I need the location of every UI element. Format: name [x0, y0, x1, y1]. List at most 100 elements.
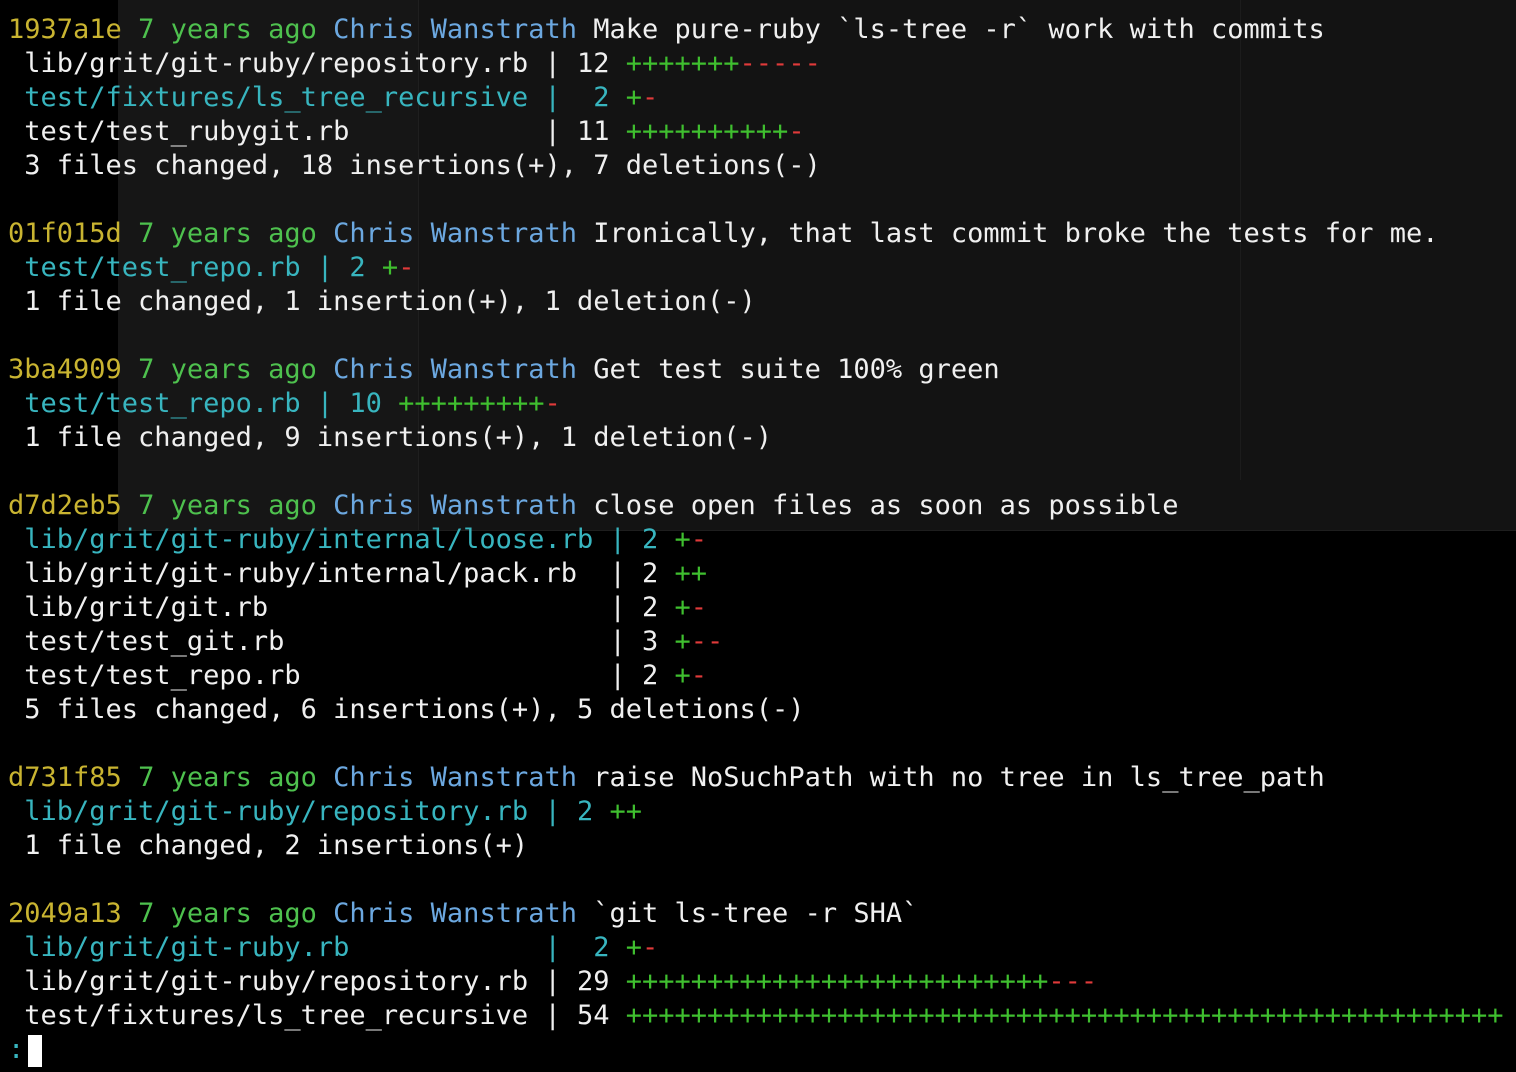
insertions-bar: +	[674, 660, 691, 691]
insertions-bar: +	[381, 252, 399, 283]
deletions-bar: ---	[1048, 966, 1098, 997]
commit-date: 7 years ago	[138, 14, 317, 45]
deletions-bar: -	[642, 932, 659, 963]
commit-header-line: d7d2eb5 7 years ago Chris Wanstrath clos…	[8, 489, 1504, 523]
commit-hash: 1937a1e	[8, 14, 122, 45]
diffstat-separator: |	[593, 626, 642, 657]
deletions-bar: -	[544, 388, 561, 419]
diffstat-file-line: lib/grit/git-ruby.rb | 2 +-	[8, 931, 1504, 965]
diffstat-separator: |	[528, 116, 577, 147]
change-count: 2	[642, 592, 659, 623]
insertions-bar: ++	[609, 796, 643, 827]
diffstat-separator: |	[528, 48, 577, 79]
diffstat-summary: 1 file changed, 1 insertion(+), 1 deleti…	[24, 286, 756, 317]
commit-author: Chris Wanstrath	[333, 218, 577, 249]
change-count: 11	[576, 116, 610, 147]
diffstat-file-line: test/test_repo.rb | 10 +++++++++-	[8, 387, 1504, 421]
diffstat-summary-line: 1 file changed, 9 insertions(+), 1 delet…	[8, 421, 1504, 455]
commit-header-line: 01f015d 7 years ago Chris Wanstrath Iron…	[8, 217, 1504, 251]
commit-author: Chris Wanstrath	[333, 354, 577, 385]
commit-date: 7 years ago	[138, 490, 317, 521]
diffstat-separator: |	[300, 252, 350, 283]
change-count: 2	[642, 660, 659, 691]
change-count: 29	[576, 966, 610, 997]
diffstat-separator: |	[593, 592, 642, 623]
insertions-bar: +	[625, 932, 643, 963]
commit-header-line: 1937a1e 7 years ago Chris Wanstrath Make…	[8, 13, 1504, 47]
commit-header-line: 3ba4909 7 years ago Chris Wanstrath Get …	[8, 353, 1504, 387]
diffstat-summary: 1 file changed, 2 insertions(+)	[24, 830, 529, 861]
commit-hash: 3ba4909	[8, 354, 122, 385]
diffstat-file-line: test/test_git.rb | 3 +--	[8, 625, 1504, 659]
file-path: test/test_repo.rb	[24, 388, 301, 419]
diffstat-file-line: test/test_rubygit.rb | 11 ++++++++++-	[8, 115, 1504, 149]
diffstat-file-line: lib/grit/git-ruby/internal/loose.rb | 2 …	[8, 523, 1504, 557]
commit-author: Chris Wanstrath	[333, 762, 577, 793]
commit-date: 7 years ago	[138, 218, 317, 249]
commit-message: close open files as soon as possible	[593, 490, 1179, 521]
insertions-bar: +++++++	[625, 48, 740, 79]
change-count: 54	[576, 1000, 610, 1031]
diffstat-file-line: lib/grit/git-ruby/internal/pack.rb | 2 +…	[8, 557, 1504, 591]
file-path: test/fixtures/ls_tree_recursive	[24, 1000, 529, 1031]
commit-message: Ironically, that last commit broke the t…	[593, 218, 1439, 249]
diffstat-file-line: test/test_repo.rb | 2 +-	[8, 251, 1504, 285]
deletions-bar: -----	[739, 48, 821, 79]
file-path: lib/grit/git.rb	[24, 592, 594, 623]
commit-author: Chris Wanstrath	[333, 490, 577, 521]
deletions-bar: -	[642, 82, 659, 113]
pager-prompt: :	[8, 1034, 25, 1065]
pager-prompt-line[interactable]: :	[8, 1033, 1504, 1067]
commit-date: 7 years ago	[138, 762, 317, 793]
deletions-bar: -	[690, 660, 708, 691]
diffstat-separator: |	[528, 932, 594, 963]
file-path: lib/grit/git-ruby.rb	[24, 932, 529, 963]
diffstat-separator: |	[528, 82, 594, 113]
insertions-bar: ++++++++++	[625, 116, 789, 147]
insertions-bar: +	[674, 626, 691, 657]
git-log-output: 1937a1e 7 years ago Chris Wanstrath Make…	[8, 13, 1504, 1067]
change-count: 12	[576, 48, 610, 79]
file-path: test/fixtures/ls_tree_recursive	[24, 82, 529, 113]
diffstat-separator: |	[593, 558, 642, 589]
diffstat-summary-line: 3 files changed, 18 insertions(+), 7 del…	[8, 149, 1504, 183]
insertions-bar: +++++++++	[398, 388, 545, 419]
deletions-bar: -	[398, 252, 415, 283]
commit-author: Chris Wanstrath	[333, 898, 577, 929]
deletions-bar: -	[788, 116, 805, 147]
commit-hash: 2049a13	[8, 898, 122, 929]
change-count: 2	[642, 524, 659, 555]
diffstat-file-line: lib/grit/git-ruby/repository.rb | 29 +++…	[8, 965, 1504, 999]
diffstat-summary-line: 5 files changed, 6 insertions(+), 5 dele…	[8, 693, 1504, 727]
file-path: lib/grit/git-ruby/repository.rb	[24, 48, 529, 79]
diffstat-summary-line: 1 file changed, 1 insertion(+), 1 deleti…	[8, 285, 1504, 319]
commit-message: Make pure-ruby `ls-tree -r` work with co…	[593, 14, 1325, 45]
insertions-bar: ++++++++++++++++++++++++++++++++++++++++…	[625, 1000, 1504, 1031]
deletions-bar: -	[690, 592, 708, 623]
commit-date: 7 years ago	[138, 354, 317, 385]
file-path: test/test_rubygit.rb	[24, 116, 529, 147]
file-path: test/test_repo.rb	[24, 660, 594, 691]
change-count: 2	[349, 252, 366, 283]
file-path: lib/grit/git-ruby/repository.rb	[24, 966, 529, 997]
diffstat-separator: |	[528, 966, 577, 997]
diffstat-file-line: test/fixtures/ls_tree_recursive | 54 +++…	[8, 999, 1504, 1033]
change-count: 2	[576, 796, 594, 827]
commit-message: Get test suite 100% green	[593, 354, 1000, 385]
commit-hash: 01f015d	[8, 218, 122, 249]
diffstat-separator: |	[528, 1000, 577, 1031]
diffstat-summary-line: 1 file changed, 2 insertions(+)	[8, 829, 1504, 863]
diffstat-separator: |	[593, 524, 642, 555]
commit-header-line: 2049a13 7 years ago Chris Wanstrath `git…	[8, 897, 1504, 931]
deletions-bar: -	[690, 524, 708, 555]
terminal-window[interactable]: 1937a1e 7 years ago Chris Wanstrath Make…	[0, 0, 1516, 1072]
diffstat-file-line: lib/grit/git-ruby/repository.rb | 12 +++…	[8, 47, 1504, 81]
commit-author: Chris Wanstrath	[333, 14, 577, 45]
text-cursor	[28, 1034, 43, 1067]
insertions-bar: ++++++++++++++++++++++++++	[625, 966, 1049, 997]
diffstat-summary: 1 file changed, 9 insertions(+), 1 delet…	[24, 422, 773, 453]
